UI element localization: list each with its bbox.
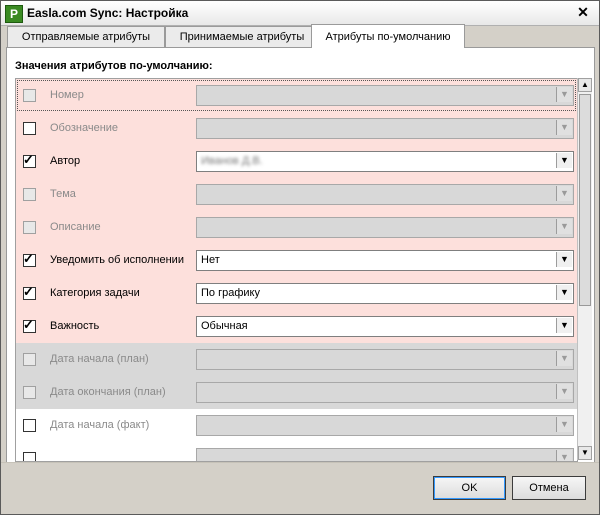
checkbox[interactable] (23, 122, 36, 135)
checkbox-checked[interactable]: ✓ (23, 251, 36, 267)
scroll-down-icon[interactable]: ▼ (578, 446, 592, 460)
attribute-label: Уведомить об исполнении (50, 254, 184, 266)
dropdown-arrow-icon[interactable]: ▼ (556, 252, 572, 267)
attribute-label: Дата начала (факт) (50, 419, 150, 431)
checkbox-checked[interactable]: ✓ (23, 317, 36, 333)
attribute-label: Дата окончания (план) (50, 386, 166, 398)
attribute-select[interactable]: ▼ (196, 118, 574, 139)
section-label: Значения атрибутов по-умолчанию: (15, 60, 213, 72)
footer-divider (1, 462, 599, 463)
attribute-row: ✓ Категория задачи По графику ▼ (16, 277, 577, 310)
checkbox[interactable] (23, 353, 36, 366)
attribute-row: ▼ (16, 442, 577, 461)
title-bar: P Easla.com Sync: Настройка ✕ (1, 1, 599, 26)
attributes-grid: Номер ▼ Обозначение ▼ ✓ Автор Иванов Д.В… (15, 78, 578, 462)
attribute-row: Дата начала (факт) ▼ (16, 409, 577, 442)
dropdown-arrow-icon[interactable]: ▼ (556, 285, 572, 300)
dropdown-arrow-icon[interactable]: ▼ (556, 120, 572, 135)
dropdown-arrow-icon[interactable]: ▼ (556, 153, 572, 168)
attribute-select[interactable]: Иванов Д.В. ▼ (196, 151, 574, 172)
attribute-label: Обозначение (50, 122, 119, 134)
dropdown-arrow-icon[interactable]: ▼ (556, 351, 572, 366)
attribute-select[interactable]: Нет ▼ (196, 250, 574, 271)
attribute-row: Описание ▼ (16, 211, 577, 244)
attribute-row: ✓ Автор Иванов Д.В. ▼ (16, 145, 577, 178)
checkmark-icon: ✓ (23, 251, 34, 266)
attribute-select[interactable]: ▼ (196, 415, 574, 436)
checkbox[interactable] (23, 221, 36, 234)
dropdown-arrow-icon[interactable]: ▼ (556, 87, 572, 102)
ok-button[interactable]: OK (433, 476, 506, 500)
attribute-label: Тема (50, 188, 76, 200)
attribute-select[interactable]: Обычная ▼ (196, 316, 574, 337)
dropdown-arrow-icon[interactable]: ▼ (556, 417, 572, 432)
checkbox[interactable] (23, 386, 36, 399)
attribute-select[interactable]: ▼ (196, 184, 574, 205)
tab-received-attributes[interactable]: Принимаемые атрибуты (165, 26, 319, 47)
checkmark-icon: ✓ (23, 317, 34, 332)
checkbox-checked[interactable]: ✓ (23, 284, 36, 300)
dropdown-arrow-icon[interactable]: ▼ (556, 384, 572, 399)
dropdown-arrow-icon[interactable]: ▼ (556, 450, 572, 461)
dropdown-arrow-icon[interactable]: ▼ (556, 318, 572, 333)
attribute-label: Важность (50, 320, 100, 332)
attribute-label: Категория задачи (50, 287, 140, 299)
vertical-scrollbar[interactable]: ▲ ▼ (577, 78, 592, 460)
select-value: Нет (201, 254, 220, 266)
attribute-select[interactable]: ▼ (196, 448, 574, 461)
attribute-row: Дата окончания (план) ▼ (16, 376, 577, 409)
attribute-label: Дата начала (план) (50, 353, 149, 365)
select-value: Иванов Д.В. (201, 155, 263, 167)
tab-panel: Значения атрибутов по-умолчанию: Номер ▼… (6, 47, 595, 463)
attribute-label: Автор (50, 155, 81, 167)
attribute-label: Описание (50, 221, 101, 233)
scroll-up-icon[interactable]: ▲ (578, 78, 592, 92)
attribute-select[interactable]: ▼ (196, 349, 574, 370)
checkbox[interactable] (23, 452, 36, 461)
select-value: По графику (201, 287, 260, 299)
tab-default-attributes[interactable]: Атрибуты по-умолчанию (311, 24, 465, 48)
dropdown-arrow-icon[interactable]: ▼ (556, 186, 572, 201)
settings-dialog: P Easla.com Sync: Настройка ✕ Отправляем… (0, 0, 600, 515)
attribute-row: ✓ Уведомить об исполнении Нет ▼ (16, 244, 577, 277)
attribute-row: Номер ▼ (16, 79, 577, 112)
close-icon[interactable]: ✕ (575, 4, 591, 20)
attribute-row: Дата начала (план) ▼ (16, 343, 577, 376)
tab-sent-attributes[interactable]: Отправляемые атрибуты (7, 26, 165, 47)
checkbox-checked[interactable]: ✓ (23, 152, 36, 168)
window-title: Easla.com Sync: Настройка (27, 6, 189, 20)
attribute-select[interactable]: ▼ (196, 382, 574, 403)
attribute-row: Тема ▼ (16, 178, 577, 211)
checkbox[interactable] (23, 89, 36, 102)
attribute-select[interactable]: По графику ▼ (196, 283, 574, 304)
attribute-row: ✓ Важность Обычная ▼ (16, 310, 577, 343)
attribute-select[interactable]: ▼ (196, 85, 574, 106)
checkbox[interactable] (23, 188, 36, 201)
attribute-row: Обозначение ▼ (16, 112, 577, 145)
checkmark-icon: ✓ (23, 284, 34, 299)
app-icon: P (5, 5, 23, 23)
attribute-select[interactable]: ▼ (196, 217, 574, 238)
attribute-label: Номер (50, 89, 84, 101)
scroll-thumb[interactable] (579, 94, 591, 306)
cancel-button[interactable]: Отмена (512, 476, 586, 500)
dropdown-arrow-icon[interactable]: ▼ (556, 219, 572, 234)
checkbox[interactable] (23, 419, 36, 432)
select-value: Обычная (201, 320, 248, 332)
checkmark-icon: ✓ (23, 152, 34, 167)
